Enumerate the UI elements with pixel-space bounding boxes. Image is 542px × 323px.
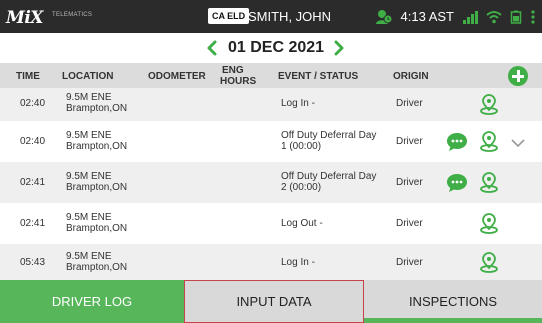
header-time: TIME <box>16 71 40 82</box>
table-row[interactable]: 02:40 9.5M ENE Brampton,ON Log In - Driv… <box>0 88 542 121</box>
status-right: 4:13 AST <box>375 0 536 33</box>
row-time: 02:40 <box>20 136 46 147</box>
location-pin-icon[interactable] <box>478 93 500 115</box>
date-navigation: 01 DEC 2021 <box>0 33 542 63</box>
row-location-line1: 9.5M ENE <box>66 251 112 262</box>
row-origin: Driver <box>396 98 423 109</box>
row-location-line1: 9.5M ENE <box>66 130 112 141</box>
row-event-line2: 1 (00:00) <box>281 141 322 152</box>
tab-indicator <box>364 318 542 323</box>
row-location-line2: Brampton,ON <box>66 103 128 114</box>
chevron-down-icon[interactable] <box>510 136 526 148</box>
tab-input-data[interactable]: INPUT DATA <box>184 280 364 323</box>
arrow-right-icon[interactable] <box>331 39 347 57</box>
table-row[interactable]: 02:40 9.5M ENE Brampton,ON Off Duty Defe… <box>0 121 542 162</box>
header-eng-hours-line1: ENG <box>222 65 244 76</box>
row-origin: Driver <box>396 218 423 229</box>
location-pin-icon[interactable] <box>478 130 500 152</box>
current-date: 01 DEC 2021 <box>228 39 325 56</box>
tab-inspections[interactable]: INSPECTIONS <box>364 280 542 323</box>
row-location-line2: Brampton,ON <box>66 141 128 152</box>
driver-name: SMITH, JOHN <box>248 9 332 24</box>
status-bar: MiX TELEMATICS CA ELD SMITH, JOHN 4:13 A… <box>0 0 542 33</box>
battery-icon <box>510 10 522 24</box>
header-odometer: ODOMETER <box>148 71 206 82</box>
header-event-status: EVENT / STATUS <box>278 71 359 82</box>
row-event: Log In - <box>281 98 315 109</box>
signal-icon <box>462 10 478 24</box>
table-row[interactable]: 05:43 9.5M ENE Brampton,ON Log In - Driv… <box>0 244 542 280</box>
clock: 4:13 AST <box>400 9 454 24</box>
comment-icon[interactable] <box>446 173 468 193</box>
row-location-line2: Brampton,ON <box>66 262 128 273</box>
mix-logo: MiX <box>6 8 43 28</box>
row-location-line1: 9.5M ENE <box>66 212 112 223</box>
arrow-left-icon[interactable] <box>204 39 220 57</box>
row-event: Log Out - <box>281 218 323 229</box>
tab-driver-log[interactable]: DRIVER LOG <box>0 280 184 323</box>
row-event-line1: Off Duty Deferral Day <box>281 130 377 141</box>
row-event-line1: Off Duty Deferral Day <box>281 171 377 182</box>
row-origin: Driver <box>396 136 423 147</box>
row-location-line2: Brampton,ON <box>66 182 128 193</box>
add-icon[interactable] <box>508 66 528 86</box>
row-time: 02:41 <box>20 218 46 229</box>
location-pin-icon[interactable] <box>478 251 500 273</box>
header-origin: ORIGIN <box>393 71 429 82</box>
eld-badge: CA ELD <box>208 8 250 24</box>
menu-icon[interactable] <box>530 9 536 25</box>
table-row[interactable]: 02:41 9.5M ENE Brampton,ON Off Duty Defe… <box>0 162 542 203</box>
location-pin-icon[interactable] <box>478 212 500 234</box>
location-pin-icon[interactable] <box>478 171 500 193</box>
driver-status-icon[interactable] <box>375 9 393 25</box>
row-location-line1: 9.5M ENE <box>66 92 112 103</box>
header-location: LOCATION <box>62 71 114 82</box>
table-header: TIME LOCATION ODOMETER ENG HOURS EVENT /… <box>0 63 542 88</box>
bottom-tabs: DRIVER LOG INPUT DATA INSPECTIONS <box>0 280 542 323</box>
logo-subtitle: TELEMATICS <box>52 12 93 18</box>
row-time: 05:43 <box>20 257 46 268</box>
row-origin: Driver <box>396 257 423 268</box>
row-location-line1: 9.5M ENE <box>66 171 112 182</box>
row-origin: Driver <box>396 177 423 188</box>
row-time: 02:40 <box>20 98 46 109</box>
wifi-icon <box>486 10 502 24</box>
comment-icon[interactable] <box>446 132 468 152</box>
header-eng-hours-line2: HOURS <box>220 76 257 87</box>
table-row[interactable]: 02:41 9.5M ENE Brampton,ON Log Out - Dri… <box>0 203 542 244</box>
row-event: Log In - <box>281 257 315 268</box>
row-location-line2: Brampton,ON <box>66 223 128 234</box>
row-event-line2: 2 (00:00) <box>281 182 322 193</box>
row-time: 02:41 <box>20 177 46 188</box>
